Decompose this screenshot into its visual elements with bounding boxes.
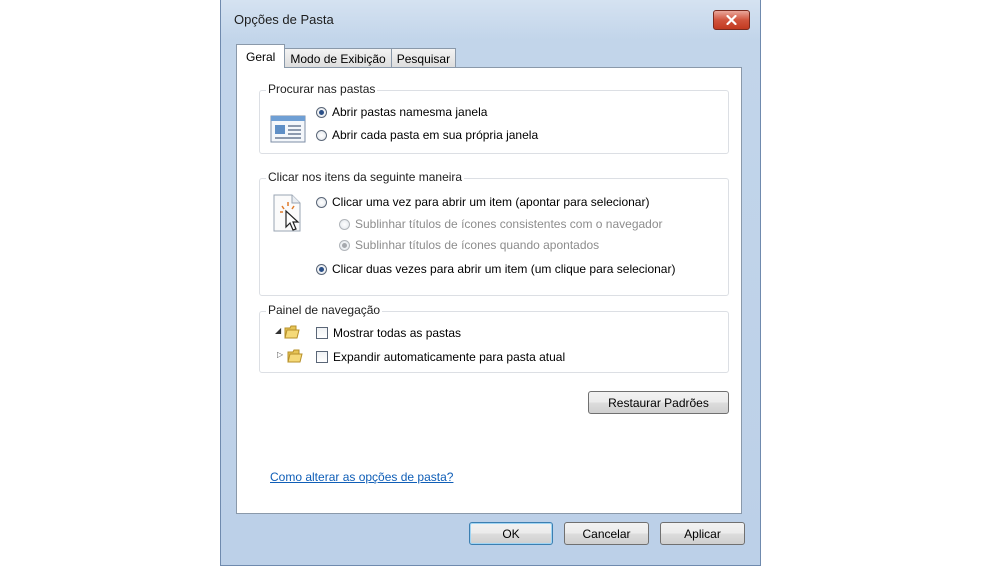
open-same-window-option[interactable]: Abrir pastas namesma janela (316, 105, 487, 119)
tab-panel-general: Procurar nas pastas Abrir pastas namesma… (236, 67, 742, 514)
radio-own-window[interactable] (316, 129, 327, 141)
window-title: Opções de Pasta (234, 12, 334, 27)
checkbox-show-all-folders[interactable] (316, 327, 328, 339)
restore-defaults-button[interactable]: Restaurar Padrões (588, 391, 729, 414)
underline-hover-option: Sublinhar títulos de ícones quando apont… (339, 238, 599, 252)
folder-options-dialog: Opções de Pasta Geral Modo de Exibição P… (220, 0, 761, 566)
close-icon (726, 15, 737, 25)
auto-expand-option[interactable]: Expandir automaticamente para pasta atua… (316, 350, 565, 364)
double-click-option[interactable]: Clicar duas vezes para abrir um item (um… (316, 262, 675, 276)
tab-search[interactable]: Pesquisar (390, 48, 457, 68)
open-same-window-label: Abrir pastas namesma janela (332, 105, 488, 119)
radio-single-click[interactable] (316, 196, 327, 208)
collapsed-arrow-icon: ▷ (277, 350, 284, 359)
double-click-label: Clicar duas vezes para abrir um item (um… (332, 262, 676, 276)
tab-view-mode[interactable]: Modo de Exibição (284, 48, 392, 68)
radio-underline-browser (339, 218, 350, 230)
pointer-click-icon (273, 194, 301, 232)
group-title-browse: Procurar nas pastas (266, 82, 378, 96)
tab-bar: Geral Modo de Exibição Pesquisar (236, 44, 457, 68)
folder-icon (287, 349, 303, 363)
open-own-window-option[interactable]: Abrir cada pasta em sua própria janela (316, 128, 538, 142)
radio-same-window[interactable] (316, 106, 327, 118)
single-click-option[interactable]: Clicar uma vez para abrir um item (apont… (316, 195, 649, 209)
show-all-folders-option[interactable]: Mostrar todas as pastas (316, 326, 461, 340)
tab-general[interactable]: Geral (236, 44, 286, 68)
open-own-window-label: Abrir cada pasta em sua própria janela (332, 128, 539, 142)
underline-browser-option: Sublinhar títulos de ícones consistentes… (339, 217, 663, 231)
folder-icon (284, 325, 300, 339)
auto-expand-label: Expandir automaticamente para pasta atua… (333, 350, 566, 364)
cancel-button[interactable]: Cancelar (564, 522, 649, 545)
underline-hover-label: Sublinhar títulos de ícones quando apont… (355, 238, 600, 252)
same-window-icon (270, 115, 306, 143)
expanded-arrow-icon: ◢ (275, 326, 282, 335)
browse-folders-group: Procurar nas pastas Abrir pastas namesma… (259, 82, 729, 154)
apply-button[interactable]: Aplicar (660, 522, 745, 545)
show-all-folders-label: Mostrar todas as pastas (333, 326, 462, 340)
radio-underline-hover (339, 239, 350, 251)
group-title-nav: Painel de navegação (266, 303, 383, 317)
help-link[interactable]: Como alterar as opções de pasta? (270, 470, 453, 484)
close-button[interactable] (713, 10, 750, 30)
checkbox-auto-expand[interactable] (316, 351, 328, 363)
single-click-label: Clicar uma vez para abrir um item (apont… (332, 195, 650, 209)
navigation-pane-group: Painel de navegação ◢ Mostrar todas as p… (259, 303, 729, 373)
click-items-group: Clicar nos itens da seguinte maneira Cli… (259, 170, 729, 296)
underline-browser-label: Sublinhar títulos de ícones consistentes… (355, 217, 663, 231)
ok-button[interactable]: OK (469, 522, 553, 545)
radio-double-click[interactable] (316, 263, 327, 275)
group-title-click: Clicar nos itens da seguinte maneira (266, 170, 465, 184)
